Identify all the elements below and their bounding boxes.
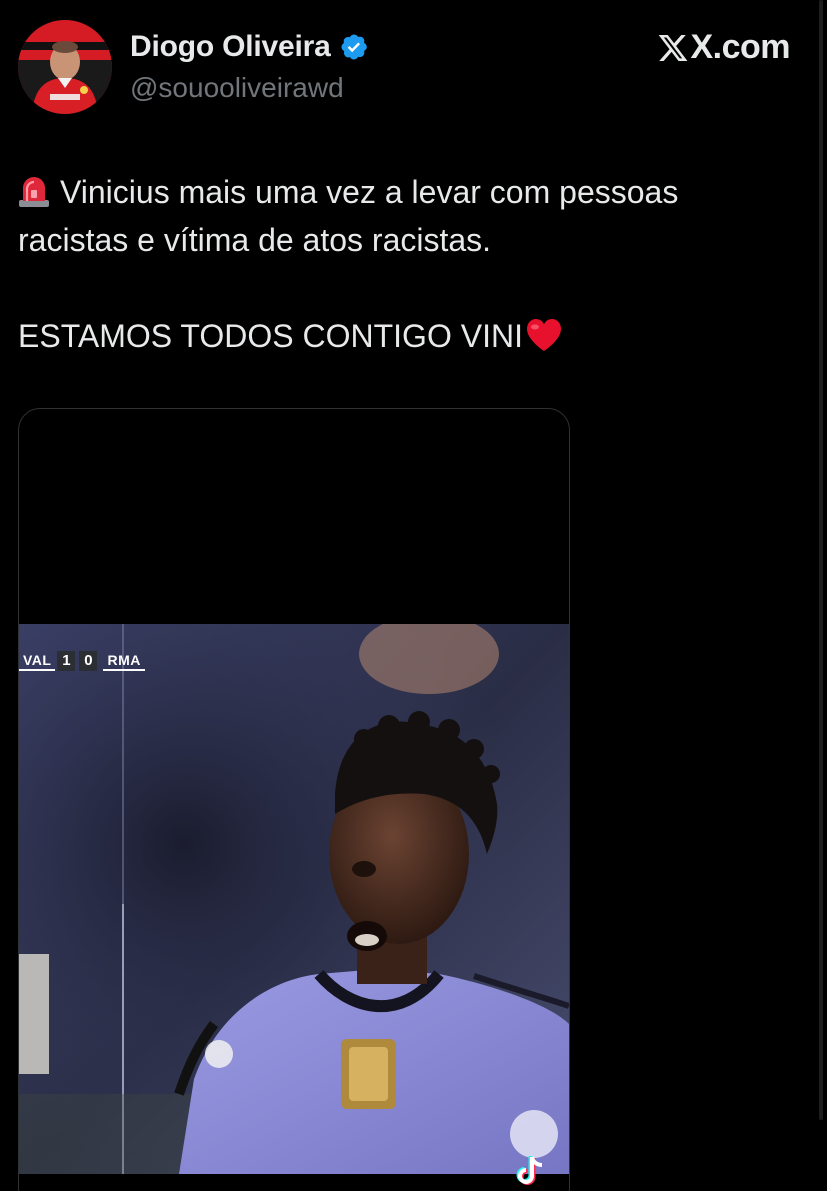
red-heart-icon (526, 319, 561, 351)
home-score: 1 (57, 651, 76, 671)
user-handle[interactable]: @souooliveirawd (130, 72, 344, 104)
x-logo-icon (659, 34, 688, 61)
video-player[interactable]: VAL 1 0 RMA (19, 624, 569, 1174)
siren-icon (19, 177, 49, 207)
avatar[interactable] (18, 20, 112, 114)
tweet-text: Vinicius mais uma vez a levar com pessoa… (18, 168, 778, 360)
media-card[interactable]: VAL 1 0 RMA (18, 408, 570, 1191)
display-name[interactable]: Diogo Oliveira (130, 30, 331, 64)
tweet-line-1: Vinicius mais uma vez a levar com pessoa… (18, 168, 778, 216)
name-row: Diogo Oliveira (130, 30, 369, 64)
tweet-line-4-text: ESTAMOS TODOS CONTIGO VINI (18, 318, 523, 354)
verified-badge-icon (341, 34, 367, 60)
scoreboard: VAL 1 0 RMA (19, 649, 193, 673)
away-score: 0 (79, 651, 98, 671)
tiktok-icon (516, 1156, 543, 1185)
video-frame-image (19, 624, 569, 1174)
avatar-photo (18, 20, 112, 114)
tweet-header: Diogo Oliveira @souooliveirawd X.com (18, 20, 808, 120)
x-com-text: X.com (690, 28, 790, 66)
x-com-watermark: X.com (657, 28, 790, 67)
scrollbar[interactable] (819, 0, 823, 1120)
tweet-screenshot: Diogo Oliveira @souooliveirawd X.com Vin… (0, 0, 827, 1191)
ukraine-flag-icon (153, 650, 193, 672)
tweet-line-2: racistas e vítima de atos racistas. (18, 222, 492, 258)
home-team: VAL (19, 651, 56, 671)
tweet-line-4: ESTAMOS TODOS CONTIGO VINI (18, 312, 778, 360)
tweet-line-1-text: Vinicius mais uma vez a levar com pessoa… (60, 174, 679, 210)
away-team: RMA (103, 651, 145, 671)
